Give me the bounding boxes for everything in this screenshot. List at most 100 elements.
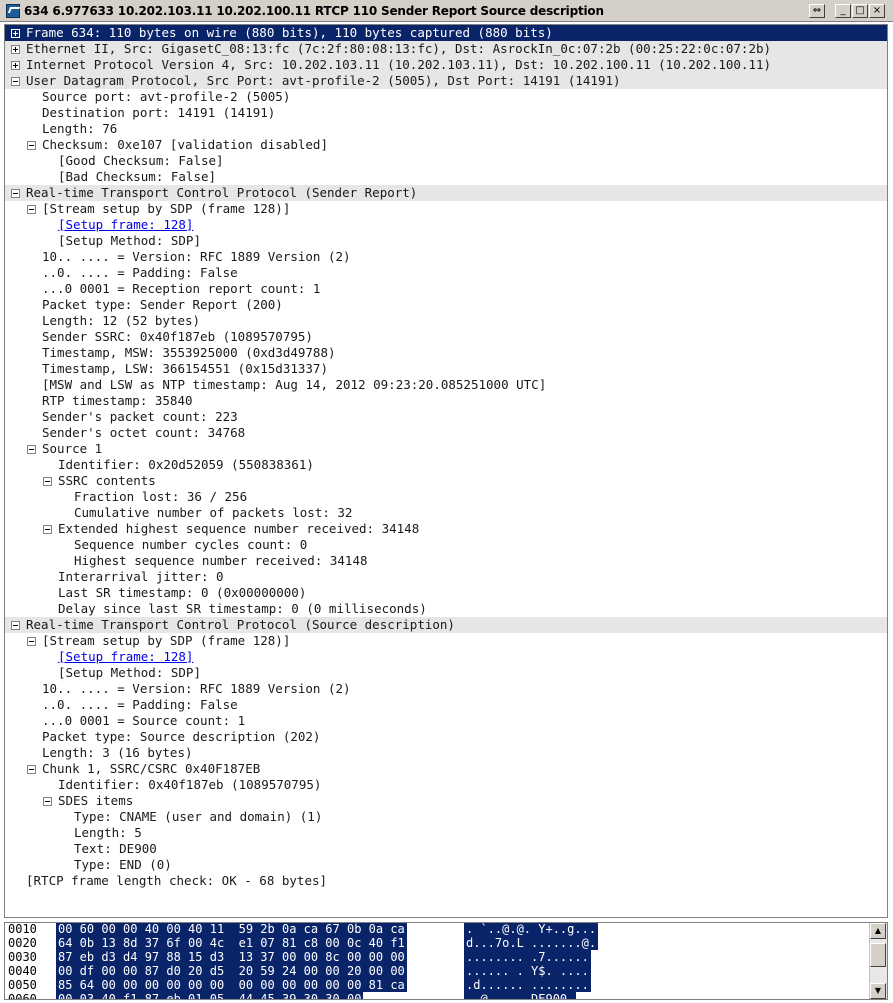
bytes-ascii: ..@..... DE900. bbox=[464, 992, 577, 999]
tree-row-label: [MSW and LSW as NTP timestamp: Aug 14, 2… bbox=[42, 377, 547, 392]
tree-row[interactable]: Delay since last SR timestamp: 0 (0 mill… bbox=[5, 601, 887, 617]
bytes-hex: 87 eb d3 d4 97 88 15 d3 13 37 00 00 8c 0… bbox=[56, 950, 407, 964]
tree-row[interactable]: Real-time Transport Control Protocol (Se… bbox=[5, 185, 887, 201]
setup-frame-link[interactable]: [Setup frame: 128] bbox=[58, 649, 193, 665]
tree-row-label: SDES items bbox=[58, 793, 134, 808]
tree-row[interactable]: Packet type: Sender Report (200) bbox=[5, 297, 887, 313]
expand-icon[interactable] bbox=[11, 61, 20, 70]
tree-row[interactable]: Packet type: Source description (202) bbox=[5, 729, 887, 745]
tree-row-label: SSRC contents bbox=[58, 473, 156, 488]
resize-button[interactable]: ⇔ bbox=[809, 4, 825, 18]
collapse-icon[interactable] bbox=[43, 477, 52, 486]
tree-row[interactable]: Fraction lost: 36 / 256 bbox=[5, 489, 887, 505]
tree-row[interactable]: Identifier: 0x20d52059 (550838361) bbox=[5, 457, 887, 473]
bytes-scrollbar[interactable]: ▲ ▼ bbox=[869, 923, 887, 999]
tree-row[interactable]: RTP timestamp: 35840 bbox=[5, 393, 887, 409]
maximize-button[interactable]: □ bbox=[852, 4, 868, 18]
tree-row-label: [Good Checksum: False] bbox=[58, 153, 224, 168]
collapse-icon[interactable] bbox=[27, 205, 36, 214]
bytes-hex: 00 60 00 00 40 00 40 11 59 2b 0a ca 67 0… bbox=[56, 922, 407, 936]
tree-row[interactable]: Length: 3 (16 bytes) bbox=[5, 745, 887, 761]
minimize-button[interactable]: _ bbox=[835, 4, 851, 18]
tree-row[interactable]: ..0. .... = Padding: False bbox=[5, 265, 887, 281]
tree-row[interactable]: [Setup frame: 128] bbox=[5, 649, 887, 665]
tree-row[interactable]: Type: END (0) bbox=[5, 857, 887, 873]
collapse-icon[interactable] bbox=[27, 637, 36, 646]
close-button[interactable]: × bbox=[869, 4, 885, 18]
tree-row[interactable]: ...0 0001 = Source count: 1 bbox=[5, 713, 887, 729]
tree-row[interactable]: Highest sequence number received: 34148 bbox=[5, 553, 887, 569]
bytes-offset: 0020 bbox=[8, 936, 37, 950]
tree-row[interactable]: SDES items bbox=[5, 793, 887, 809]
tree-row[interactable]: Length: 5 bbox=[5, 825, 887, 841]
collapse-icon[interactable] bbox=[27, 141, 36, 150]
tree-row[interactable]: User Datagram Protocol, Src Port: avt-pr… bbox=[5, 73, 887, 89]
tree-row[interactable]: Checksum: 0xe107 [validation disabled] bbox=[5, 137, 887, 153]
tree-row[interactable]: Sender's packet count: 223 bbox=[5, 409, 887, 425]
tree-row[interactable]: Sender SSRC: 0x40f187eb (1089570795) bbox=[5, 329, 887, 345]
setup-frame-link[interactable]: [Setup frame: 128] bbox=[58, 217, 193, 233]
collapse-icon[interactable] bbox=[27, 765, 36, 774]
tree-row[interactable]: Real-time Transport Control Protocol (So… bbox=[5, 617, 887, 633]
tree-row[interactable]: Sender's octet count: 34768 bbox=[5, 425, 887, 441]
tree-row[interactable]: 10.. .... = Version: RFC 1889 Version (2… bbox=[5, 249, 887, 265]
tree-row[interactable]: [Setup frame: 128] bbox=[5, 217, 887, 233]
scroll-down-button[interactable]: ▼ bbox=[870, 983, 886, 999]
tree-row[interactable]: Source 1 bbox=[5, 441, 887, 457]
tree-row[interactable]: Last SR timestamp: 0 (0x00000000) bbox=[5, 585, 887, 601]
tree-row[interactable]: Ethernet II, Src: GigasetC_08:13:fc (7c:… bbox=[5, 41, 887, 57]
tree-row-label: Type: CNAME (user and domain) (1) bbox=[74, 809, 323, 824]
tree-row-label: Length: 3 (16 bytes) bbox=[42, 745, 193, 760]
tree-row[interactable]: 10.. .... = Version: RFC 1889 Version (2… bbox=[5, 681, 887, 697]
tree-row-label: [Setup Method: SDP] bbox=[58, 665, 201, 680]
scroll-up-button[interactable]: ▲ bbox=[870, 923, 886, 939]
tree-row-label: 10.. .... = Version: RFC 1889 Version (2… bbox=[42, 681, 351, 696]
tree-row[interactable]: Type: CNAME (user and domain) (1) bbox=[5, 809, 887, 825]
tree-row[interactable]: Timestamp, MSW: 3553925000 (0xd3d49788) bbox=[5, 345, 887, 361]
tree-row[interactable]: Internet Protocol Version 4, Src: 10.202… bbox=[5, 57, 887, 73]
tree-row[interactable]: ..0. .... = Padding: False bbox=[5, 697, 887, 713]
tree-row[interactable]: SSRC contents bbox=[5, 473, 887, 489]
tree-row[interactable]: Cumulative number of packets lost: 32 bbox=[5, 505, 887, 521]
collapse-icon[interactable] bbox=[11, 77, 20, 86]
title-bar: 634 6.977633 10.202.103.11 10.202.100.11… bbox=[0, 0, 893, 22]
tree-row-label: ...0 0001 = Source count: 1 bbox=[42, 713, 246, 728]
expand-icon[interactable] bbox=[11, 45, 20, 54]
tree-row-label: Real-time Transport Control Protocol (So… bbox=[26, 617, 455, 632]
tree-row[interactable]: Chunk 1, SSRC/CSRC 0x40F187EB bbox=[5, 761, 887, 777]
tree-row[interactable]: Timestamp, LSW: 366154551 (0x15d31337) bbox=[5, 361, 887, 377]
collapse-icon[interactable] bbox=[11, 189, 20, 198]
tree-row[interactable]: [Good Checksum: False] bbox=[5, 153, 887, 169]
tree-row[interactable]: Extended highest sequence number receive… bbox=[5, 521, 887, 537]
tree-row[interactable]: Identifier: 0x40f187eb (1089570795) bbox=[5, 777, 887, 793]
tree-row[interactable]: Interarrival jitter: 0 bbox=[5, 569, 887, 585]
tree-row[interactable]: Length: 12 (52 bytes) bbox=[5, 313, 887, 329]
tree-row[interactable]: Frame 634: 110 bytes on wire (880 bits),… bbox=[5, 25, 887, 41]
tree-row[interactable]: [Setup Method: SDP] bbox=[5, 233, 887, 249]
tree-row[interactable]: [Bad Checksum: False] bbox=[5, 169, 887, 185]
tree-row[interactable]: Text: DE900 bbox=[5, 841, 887, 857]
packet-details-tree[interactable]: Frame 634: 110 bytes on wire (880 bits),… bbox=[4, 24, 888, 918]
tree-row[interactable]: Sequence number cycles count: 0 bbox=[5, 537, 887, 553]
tree-row[interactable]: [Setup Method: SDP] bbox=[5, 665, 887, 681]
bytes-offset: 0040 bbox=[8, 964, 37, 978]
tree-row[interactable]: Source port: avt-profile-2 (5005) bbox=[5, 89, 887, 105]
packet-bytes-pane[interactable]: 0060 00 03 40 f1 87 eb 01 05 44 45 39 30 … bbox=[4, 922, 888, 1000]
tree-row[interactable]: ...0 0001 = Reception report count: 1 bbox=[5, 281, 887, 297]
tree-row[interactable]: [RTCP frame length check: OK - 68 bytes] bbox=[5, 873, 887, 889]
scroll-thumb[interactable] bbox=[870, 943, 886, 967]
collapse-icon[interactable] bbox=[27, 445, 36, 454]
collapse-icon[interactable] bbox=[43, 525, 52, 534]
tree-row[interactable]: Length: 76 bbox=[5, 121, 887, 137]
tree-row[interactable]: [Stream setup by SDP (frame 128)] bbox=[5, 201, 887, 217]
tree-row[interactable]: Destination port: 14191 (14191) bbox=[5, 105, 887, 121]
expand-icon[interactable] bbox=[11, 29, 20, 38]
tree-row-label: Chunk 1, SSRC/CSRC 0x40F187EB bbox=[42, 761, 261, 776]
tree-row-label: Length: 76 bbox=[42, 121, 118, 136]
tree-row-label: [Bad Checksum: False] bbox=[58, 169, 217, 184]
tree-row[interactable]: [MSW and LSW as NTP timestamp: Aug 14, 2… bbox=[5, 377, 887, 393]
collapse-icon[interactable] bbox=[43, 797, 52, 806]
tree-row[interactable]: [Stream setup by SDP (frame 128)] bbox=[5, 633, 887, 649]
tree-row-label: Extended highest sequence number receive… bbox=[58, 521, 420, 536]
collapse-icon[interactable] bbox=[11, 621, 20, 630]
